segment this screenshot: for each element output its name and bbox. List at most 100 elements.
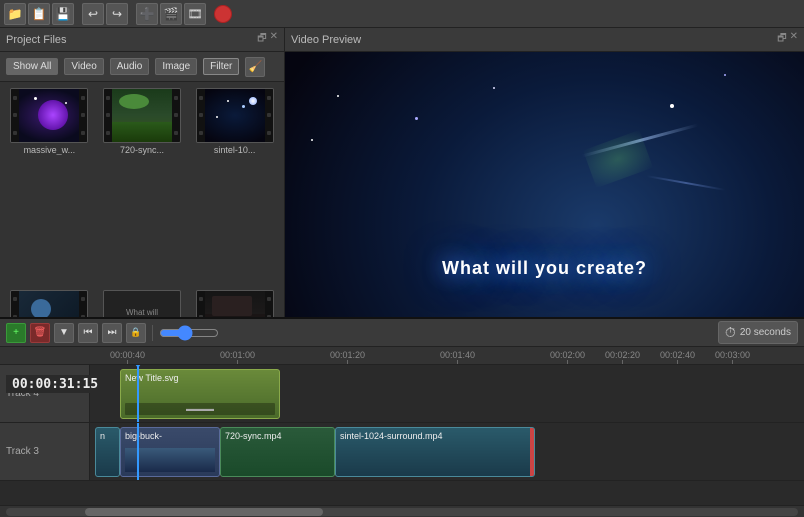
seconds-badge: ⏱ 20 seconds xyxy=(718,321,798,344)
new-button[interactable]: 📋 xyxy=(28,3,50,25)
timeline: + 🗑 ▼ ⏮ ⏭ 🔒 ⏱ 20 seconds 00:00:31:15 00:… xyxy=(0,317,804,517)
next-marker-button[interactable]: ⏭ xyxy=(102,323,122,343)
prev-marker-button[interactable]: ⏮ xyxy=(78,323,98,343)
ruler-mark-0: 00:00:40 xyxy=(110,350,145,364)
ruler-tick-5 xyxy=(622,360,623,364)
audio-filter-button[interactable]: Audio xyxy=(110,58,150,75)
track-4-label: Track 4 xyxy=(0,365,90,422)
add-track-button[interactable]: + xyxy=(6,323,26,343)
clip-waveform: ▬▬▬▬ xyxy=(125,403,275,415)
file-thumb-0 xyxy=(10,88,88,143)
ruler-mark-7: 00:03:00 xyxy=(715,350,750,364)
ruler-tick-4 xyxy=(567,360,568,364)
preview-star xyxy=(415,117,418,120)
remove-track-button[interactable]: 🗑 xyxy=(30,323,50,343)
preview-controls: 🗗 ✕ xyxy=(777,31,798,48)
filter-bar: Show All Video Audio Image Filter 🧹 xyxy=(0,52,284,82)
panel-controls: 🗗 ✕ xyxy=(257,31,278,48)
film-strip-left xyxy=(11,89,19,142)
track-3-content: n big-buck- 720-sync.mp4 sintel-1024-sur… xyxy=(90,423,804,480)
preview-close-icon[interactable]: ✕ xyxy=(790,31,798,48)
ruler-area: 00:00:31:15 00:00:40 00:01:00 00:01:20 0… xyxy=(0,347,804,365)
clip-720sync-name: 720-sync.mp4 xyxy=(225,431,282,441)
ruler-label-3: 00:01:40 xyxy=(440,350,475,360)
star xyxy=(216,116,218,118)
timeline-scrollbar xyxy=(0,505,804,517)
file-item-2[interactable]: sintel-10... xyxy=(191,88,278,284)
file-label-2: sintel-10... xyxy=(214,145,256,155)
track-3: Track 3 n big-buck- xyxy=(0,423,804,481)
save-button[interactable]: 💾 xyxy=(52,3,74,25)
ruler-tick-3 xyxy=(457,360,458,364)
project-files-title: Project Files xyxy=(6,34,257,46)
playhead-marker xyxy=(132,365,144,368)
lock-button[interactable]: 🔒 xyxy=(126,323,146,343)
add-button[interactable]: ➕ xyxy=(136,3,158,25)
file-label-1: 720-sync... xyxy=(120,145,164,155)
open-button[interactable]: 📁 xyxy=(4,3,26,25)
clear-filter-button[interactable]: 🧹 xyxy=(245,57,265,77)
ruler-mark-6: 00:02:40 xyxy=(660,350,695,364)
dropdown-button[interactable]: ▼ xyxy=(54,323,74,343)
preview-maximize-icon[interactable]: 🗗 xyxy=(777,31,786,48)
scroll-thumb[interactable] xyxy=(85,508,323,516)
clock-icon: ⏱ xyxy=(725,324,736,341)
film-button[interactable]: 🎞 xyxy=(184,3,206,25)
file-label-0: massive_w... xyxy=(24,145,76,155)
ruler-mark-1: 00:01:00 xyxy=(220,350,255,364)
panel-maximize-icon[interactable]: 🗗 xyxy=(257,31,266,48)
clip-n-name: n xyxy=(100,431,105,441)
file-item-1[interactable]: 720-sync... xyxy=(99,88,186,284)
film-strip-right xyxy=(265,89,273,142)
seconds-label: 20 seconds xyxy=(740,327,791,338)
clip-sintel[interactable]: sintel-1024-surround.mp4 xyxy=(335,427,535,477)
redo-button[interactable]: ↪ xyxy=(106,3,128,25)
ruler-tick-2 xyxy=(347,360,348,364)
film-strip-left xyxy=(104,89,112,142)
tree-top xyxy=(119,94,149,109)
toolbar-divider xyxy=(152,325,153,341)
scroll-track[interactable] xyxy=(6,508,798,516)
ruler-label-2: 00:01:20 xyxy=(330,350,365,360)
glow-circle xyxy=(38,100,68,130)
clip-720sync[interactable]: 720-sync.mp4 xyxy=(220,427,335,477)
star xyxy=(227,100,229,102)
playhead-track3 xyxy=(137,423,139,480)
preview-header: Video Preview 🗗 ✕ xyxy=(285,28,804,52)
clip-title-name: New Title.svg xyxy=(125,373,179,383)
star xyxy=(34,97,37,100)
zoom-slider[interactable] xyxy=(159,325,219,341)
filter-button[interactable]: Filter xyxy=(203,58,239,75)
landscape-ground xyxy=(112,122,172,142)
video-filter-button[interactable]: Video xyxy=(64,58,103,75)
current-time: 00:00:31:15 xyxy=(6,377,104,392)
ruler-mark-3: 00:01:40 xyxy=(440,350,475,364)
tracks-area: Track 4 New Title.svg ▬▬▬▬ Track 3 xyxy=(0,365,804,505)
clip-title-svg[interactable]: New Title.svg ▬▬▬▬ xyxy=(120,369,280,419)
undo-button[interactable]: ↩ xyxy=(82,3,104,25)
track-4-content: New Title.svg ▬▬▬▬ xyxy=(90,365,804,422)
panel-close-icon[interactable]: ✕ xyxy=(270,31,278,48)
show-all-button[interactable]: Show All xyxy=(6,58,58,75)
preview-star xyxy=(724,74,726,76)
ruler-label-7: 00:03:00 xyxy=(715,350,750,360)
preview-star xyxy=(311,139,313,141)
clip-n[interactable]: n xyxy=(95,427,120,477)
record-button[interactable] xyxy=(214,5,232,23)
time-display: 00:00:31:15 xyxy=(6,375,104,393)
ruler-tick-7 xyxy=(732,360,733,364)
clip-bigbuck[interactable]: big-buck- xyxy=(120,427,220,477)
ruler-tick-1 xyxy=(237,360,238,364)
media-button[interactable]: 🎬 xyxy=(160,3,182,25)
file-item-0[interactable]: massive_w... xyxy=(6,88,93,284)
image-filter-button[interactable]: Image xyxy=(155,58,197,75)
window xyxy=(212,296,252,316)
ruler-label-5: 00:02:20 xyxy=(605,350,640,360)
ruler-label-4: 00:02:00 xyxy=(550,350,585,360)
project-files-header: Project Files 🗗 ✕ xyxy=(0,28,284,52)
track-4: Track 4 New Title.svg ▬▬▬▬ xyxy=(0,365,804,423)
preview-text: What will you create? xyxy=(442,258,647,279)
clip-waveform-text: ▬▬▬▬ xyxy=(186,406,214,413)
playhead xyxy=(137,365,139,422)
star xyxy=(65,102,67,104)
